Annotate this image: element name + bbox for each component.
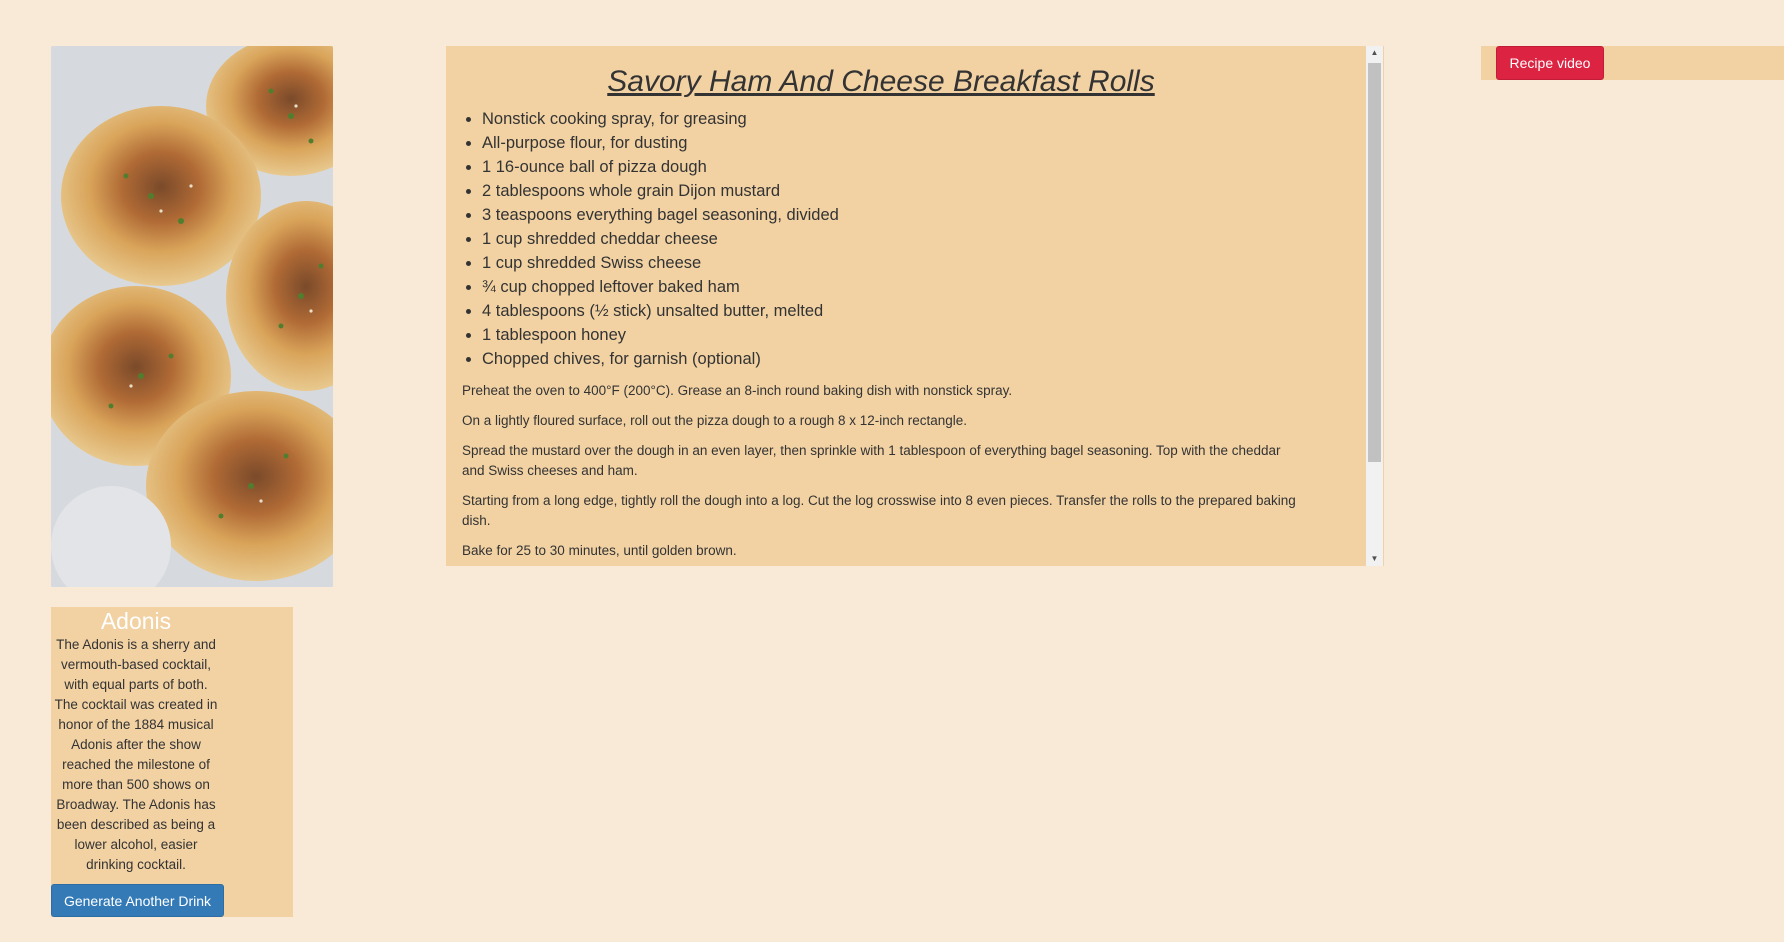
generate-another-drink-button[interactable]: Generate Another Drink	[51, 884, 224, 917]
ingredient-item: 4 tablespoons (½ stick) unsalted butter,…	[482, 299, 1300, 323]
instruction-step: On a lightly floured surface, roll out t…	[462, 413, 968, 428]
drink-name: Adonis	[100, 608, 172, 634]
drink-card: Adonis The Adonis is a sherry and vermou…	[51, 607, 293, 917]
instruction-step: Bake for 25 to 30 minutes, until golden …	[462, 543, 737, 558]
recipe-title: Savory Ham And Cheese Breakfast Rolls	[607, 65, 1155, 98]
recipe-video-bar: Recipe video	[1481, 46, 1784, 80]
recipe-panel[interactable]: Savory Ham And Cheese Breakfast Rolls No…	[446, 46, 1384, 566]
ingredient-item: 2 tablespoons whole grain Dijon mustard	[482, 179, 1300, 203]
scroll-down-arrow-icon[interactable]: ▼	[1366, 552, 1383, 566]
drink-card-content: Adonis The Adonis is a sherry and vermou…	[51, 607, 221, 875]
instruction-step: Preheat the oven to 400°F (200°C). Greas…	[462, 383, 1013, 398]
ingredient-item: All-purpose flour, for dusting	[482, 131, 1300, 155]
scroll-up-arrow-icon[interactable]: ▲	[1366, 46, 1383, 60]
ingredient-item: 1 cup shredded Swiss cheese	[482, 251, 1300, 275]
scroll-thumb[interactable]	[1368, 63, 1381, 462]
ingredient-item: 1 tablespoon honey	[482, 323, 1300, 347]
food-photo-illustration	[51, 46, 333, 587]
ingredient-item: ¾ cup chopped leftover baked ham	[482, 275, 1300, 299]
recipe-content: Savory Ham And Cheese Breakfast Rolls No…	[446, 46, 1336, 561]
ingredients-list: Nonstick cooking spray, for greasing All…	[462, 107, 1300, 371]
ingredient-item: 3 teaspoons everything bagel seasoning, …	[482, 203, 1300, 227]
recipe-scrollbar[interactable]: ▲ ▼	[1366, 46, 1383, 566]
drink-description: The Adonis is a sherry and vermouth-base…	[54, 637, 218, 872]
ingredient-item: Nonstick cooking spray, for greasing	[482, 107, 1300, 131]
recipe-video-button[interactable]: Recipe video	[1496, 46, 1604, 80]
ingredient-item: 1 16-ounce ball of pizza dough	[482, 155, 1300, 179]
instruction-step: Starting from a long edge, tightly roll …	[462, 493, 1296, 528]
ingredient-item: 1 cup shredded cheddar cheese	[482, 227, 1300, 251]
ingredient-item: Chopped chives, for garnish (optional)	[482, 347, 1300, 371]
instruction-step: Spread the mustard over the dough in an …	[462, 443, 1281, 478]
recipe-food-image	[51, 46, 333, 587]
